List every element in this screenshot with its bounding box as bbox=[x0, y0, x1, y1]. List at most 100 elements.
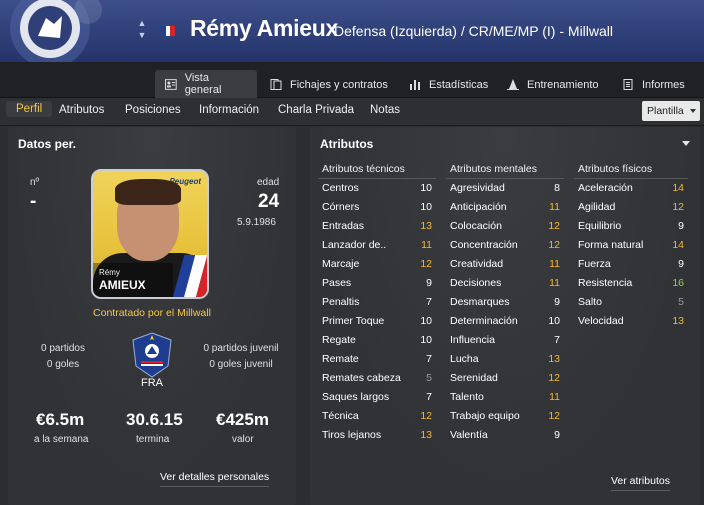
attribute-row: Centros 10 bbox=[318, 179, 436, 198]
attribute-value: 9 bbox=[678, 220, 684, 232]
attribute-value: 11 bbox=[421, 239, 432, 251]
france-flag-icon bbox=[161, 26, 175, 36]
tab-fichajes[interactable]: Fichajes y contratos bbox=[260, 71, 398, 98]
attribute-value: 8 bbox=[554, 182, 560, 194]
attribute-row: Fuerza 9 bbox=[574, 255, 688, 274]
tab-label: Informes bbox=[642, 78, 685, 91]
tab-informes[interactable]: Informes bbox=[612, 71, 695, 98]
plantilla-dropdown[interactable]: Plantilla bbox=[642, 101, 700, 121]
attribute-name: Resistencia bbox=[578, 277, 633, 289]
attribute-row: Marcaje 12 bbox=[318, 255, 436, 274]
chevron-down-icon bbox=[690, 109, 696, 113]
attribute-value: 11 bbox=[549, 201, 560, 213]
attribute-value: 10 bbox=[420, 315, 432, 327]
attribute-row: Salto 5 bbox=[574, 293, 688, 312]
attribute-name: Desmarques bbox=[450, 296, 510, 308]
attribute-row: Serenidad 12 bbox=[446, 369, 564, 388]
attribute-name: Forma natural bbox=[578, 239, 644, 251]
attribute-name: Anticipación bbox=[450, 201, 507, 213]
personal-data-panel: Datos per. nº - edad 24 5.9.1986 Peugeot… bbox=[8, 127, 296, 505]
wage-value: €6.5m bbox=[36, 410, 85, 429]
attribute-name: Regate bbox=[322, 334, 356, 346]
attribute-name: Marcaje bbox=[322, 258, 360, 270]
panel-menu-chevron-icon[interactable] bbox=[682, 141, 690, 146]
attribute-row: Pases 9 bbox=[318, 274, 436, 293]
contract-status: Contratado por el Millwall bbox=[93, 307, 211, 319]
attribute-name: Agilidad bbox=[578, 201, 616, 213]
view-attributes-link[interactable]: Ver atributos bbox=[611, 475, 670, 491]
mental-attributes: Atributos mentales Agresividad 8 Anticipac… bbox=[446, 162, 564, 445]
subnav-notas[interactable]: Notas bbox=[370, 104, 400, 116]
attribute-value: 13 bbox=[420, 429, 432, 441]
wage-label: a la semana bbox=[34, 434, 89, 445]
attribute-value: 5 bbox=[678, 296, 684, 308]
attribute-value: 13 bbox=[548, 353, 560, 365]
attribute-row: Remates cabeza 5 bbox=[318, 369, 436, 388]
photo-last-name: AMIEUX bbox=[99, 278, 146, 292]
attribute-name: Equilibrio bbox=[578, 220, 622, 232]
attribute-value: 12 bbox=[548, 372, 560, 384]
attribute-name: Creatividad bbox=[450, 258, 504, 270]
attribute-value: 16 bbox=[672, 277, 684, 289]
attribute-name: Salto bbox=[578, 296, 602, 308]
attribute-value: 10 bbox=[420, 182, 432, 194]
attribute-name: Aceleración bbox=[578, 182, 633, 194]
attribute-row: Colocación 12 bbox=[446, 217, 564, 236]
age-label: edad bbox=[257, 177, 280, 188]
attribute-value: 12 bbox=[548, 220, 560, 232]
panel-title: Atributos bbox=[320, 137, 374, 151]
sub-navigation: Perfil Atributos Posiciones Información … bbox=[0, 98, 704, 126]
attribute-value: 13 bbox=[420, 220, 432, 232]
subnav-charla-privada[interactable]: Charla Privada bbox=[278, 104, 354, 116]
attribute-name: Lanzador de.. bbox=[322, 239, 387, 251]
view-personal-details-link[interactable]: Ver detalles personales bbox=[160, 471, 270, 487]
attribute-value: 14 bbox=[672, 239, 684, 251]
tab-estadisticas[interactable]: Estadísticas bbox=[399, 71, 498, 98]
tab-label: Fichajes y contratos bbox=[290, 78, 388, 91]
attribute-name: Talento bbox=[450, 391, 484, 403]
attribute-row: Técnica 12 bbox=[318, 407, 436, 426]
goals-scored: 0 goles bbox=[46, 359, 80, 370]
attribute-name: Serenidad bbox=[450, 372, 498, 384]
attribute-row: Anticipación 11 bbox=[446, 198, 564, 217]
attribute-row: Agresividad 8 bbox=[446, 179, 564, 198]
attribute-name: Córners bbox=[322, 201, 360, 213]
dropdown-label: Plantilla bbox=[647, 105, 684, 117]
attribute-value: 9 bbox=[678, 258, 684, 270]
tab-entrenamiento[interactable]: Entrenamiento bbox=[497, 71, 609, 98]
chevron-up-icon[interactable]: ▲ bbox=[137, 17, 147, 29]
main-tabs: Vista general Fichajes y contratos Estad… bbox=[0, 62, 704, 98]
subnav-informacion[interactable]: Información bbox=[199, 104, 259, 116]
number-label: nº bbox=[30, 177, 40, 188]
panel-title: Datos per. bbox=[18, 137, 77, 151]
subnav-atributos[interactable]: Atributos bbox=[59, 104, 104, 116]
fff-badge-icon bbox=[132, 332, 172, 378]
attribute-value: 11 bbox=[549, 391, 560, 403]
youth-matches: 0 partidos juvenil bbox=[203, 343, 279, 354]
subnav-perfil[interactable]: Perfil bbox=[6, 101, 53, 117]
attribute-value: 12 bbox=[672, 201, 684, 213]
contract-end-value: 30.6.15 bbox=[126, 410, 183, 429]
attribute-value: 7 bbox=[426, 353, 432, 365]
attribute-value: 10 bbox=[548, 315, 560, 327]
tab-vista-general[interactable]: Vista general bbox=[155, 70, 257, 98]
attribute-name: Centros bbox=[322, 182, 359, 194]
attribute-row: Resistencia 16 bbox=[574, 274, 688, 293]
attribute-name: Penaltis bbox=[322, 296, 360, 308]
attribute-name: Primer Toque bbox=[322, 315, 385, 327]
attribute-value: 5 bbox=[426, 372, 432, 384]
column-heading: Atributos mentales bbox=[446, 162, 564, 179]
attribute-name: Remate bbox=[322, 353, 359, 365]
attribute-row: Creatividad 11 bbox=[446, 255, 564, 274]
attribute-value: 11 bbox=[549, 258, 560, 270]
youth-goals: 0 goles juvenil bbox=[209, 359, 273, 370]
attribute-row: Remate 7 bbox=[318, 350, 436, 369]
attribute-row: Primer Toque 10 bbox=[318, 312, 436, 331]
player-stepper[interactable]: ▲ ▼ bbox=[137, 17, 147, 43]
attribute-name: Agresividad bbox=[450, 182, 505, 194]
chevron-down-icon[interactable]: ▼ bbox=[137, 29, 147, 41]
attribute-name: Colocación bbox=[450, 220, 502, 232]
player-photo: Peugeot Rémy AMIEUX bbox=[91, 169, 209, 299]
subnav-posiciones[interactable]: Posiciones bbox=[125, 104, 181, 116]
attribute-row: Decisiones 11 bbox=[446, 274, 564, 293]
